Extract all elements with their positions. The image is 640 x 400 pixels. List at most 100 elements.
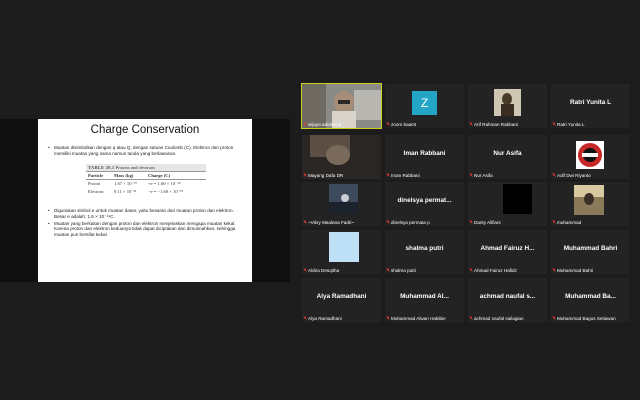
slide-bullets-bottom: Digunakan simbol e untuk muatan dasar, y…	[48, 208, 244, 239]
participant-tile[interactable]: Muhammad Al... Muhammad Alwan Habibie	[385, 278, 464, 322]
muted-mic-icon	[552, 220, 556, 225]
profile-picture	[329, 232, 359, 262]
muted-mic-icon	[303, 173, 307, 178]
participant-name-label: Muhammad Alwan Habibie	[386, 316, 446, 321]
table-caption: TABLE 20.1 Protons and electrons	[86, 164, 206, 172]
participant-display-name: Ahmad Fairuz H...	[480, 245, 535, 252]
participant-tile[interactable]: Adif Dwi Riyanto	[551, 135, 630, 179]
participant-tile[interactable]: Ahmad Fairuz H... Ahmad Fairuz Hafidz	[468, 230, 547, 274]
participant-tile[interactable]: muhammad	[551, 182, 630, 226]
muted-mic-icon	[552, 122, 556, 127]
muted-mic-icon	[552, 173, 556, 178]
muted-mic-icon	[386, 316, 390, 321]
participant-display-name: Nur Asifa	[493, 150, 522, 157]
participant-tile[interactable]: Nur Asifa Nur Asifa	[468, 135, 547, 179]
participant-name: achmad naufal sailagian	[474, 316, 524, 321]
table-row: Electron 9.11 × 10⁻³¹ −e = −1.60 × 10⁻¹⁹	[88, 189, 184, 194]
participant-name: Ahmad Fairuz Hafidz	[474, 268, 517, 273]
participant-name-label: shalma putri	[386, 268, 416, 273]
participant-name-label: Danty Alifiani	[469, 220, 501, 225]
participant-display-name: Alya Ramadhani	[316, 293, 367, 300]
slide-bullet: Muatan disimbolkan dengan q atau Q, deng…	[48, 145, 244, 156]
participant-name: Ratri Yunita L	[557, 122, 585, 127]
particle-table: TABLE 20.1 Protons and electrons Particl…	[86, 164, 206, 196]
participant-tile[interactable]: Zzoom baa04	[385, 84, 464, 128]
participant-name-label: Ahmad Fairuz Hafidz	[469, 268, 517, 273]
participant-name: Danty Alifiani	[474, 220, 501, 225]
slide-title: Charge Conservation	[90, 124, 200, 136]
table-row: Proton 1.67 × 10⁻²⁷ +e = 1.60 × 10⁻¹⁹	[88, 181, 181, 186]
slide-bullets-top: Muatan disimbolkan dengan q atau Q, deng…	[48, 145, 244, 158]
participant-name-label: Ratri Yunita L	[552, 122, 585, 127]
participant-display-name: shalma putri	[405, 245, 444, 252]
participant-name-label: Mayang Dafa DR	[303, 173, 343, 178]
participant-name-label: Iman Rabbani	[386, 173, 420, 178]
table-header-row: Particle Mass (kg) Charge (C)	[86, 172, 206, 180]
participant-name: muhammad	[557, 220, 582, 225]
participant-display-name: Muhammad Bahri	[563, 245, 618, 252]
participant-name-label: achmad naufal sailagian	[469, 316, 524, 321]
participant-tile[interactable]: Aldira Desqitha	[302, 230, 381, 274]
participant-name: ~Vikry Maulana Fadri~	[308, 220, 355, 225]
participant-name-label: Arif Rahman Rabbani	[469, 122, 518, 127]
muted-mic-icon	[469, 316, 473, 321]
participant-name-label: Aldira Desqitha	[303, 268, 339, 273]
participant-name: Muhammad Bahri	[557, 268, 594, 273]
muted-mic-icon	[386, 122, 390, 127]
muted-mic-icon	[552, 316, 556, 321]
participant-name: Alya Ramadhani	[308, 316, 342, 321]
participant-tile[interactable]: Arif Rahman Rabbani	[468, 84, 547, 128]
participant-name-label: wijaya adidarma	[303, 122, 341, 127]
participant-tile[interactable]: dinelsya permat... dinelsya permata p	[385, 182, 464, 226]
muted-mic-icon	[303, 220, 307, 225]
participant-name-label: Adif Dwi Riyanto	[552, 173, 591, 178]
participant-display-name: Iman Rabbani	[403, 150, 446, 157]
participant-tile[interactable]: Muhammad Bahri Muhammad Bahri	[551, 230, 630, 274]
profile-picture	[576, 141, 604, 169]
muted-mic-icon	[469, 220, 473, 225]
participant-tile[interactable]: Mayang Dafa DR	[302, 135, 381, 179]
participant-name: Aldira Desqitha	[308, 268, 340, 273]
participant-display-name: Ratri Yunita L	[569, 99, 612, 106]
participant-name-label: dinelsya permata p	[386, 220, 430, 225]
participant-name: Muhammad Alwan Habibie	[391, 316, 446, 321]
participant-tile[interactable]: wijaya adidarma	[301, 83, 382, 129]
participant-display-name: dinelsya permat...	[397, 197, 452, 204]
participant-name-label: ~Vikry Maulana Fadri~	[303, 220, 354, 225]
participant-tile[interactable]: Danty Alifiani	[468, 182, 547, 226]
presentation-slide: Charge Conservation Muatan disimbolkan d…	[38, 119, 252, 282]
participant-name: Arif Rahman Rabbani	[474, 122, 518, 127]
participant-tile[interactable]: shalma putri shalma putri	[385, 230, 464, 274]
participant-tile[interactable]: Alya Ramadhani Alya Ramadhani	[302, 278, 381, 322]
participant-name-label: muhammad	[552, 220, 581, 225]
muted-mic-icon	[552, 268, 556, 273]
muted-mic-icon	[386, 173, 390, 178]
participant-name: wijaya adidarma	[308, 122, 342, 127]
participant-tile[interactable]: Muhammad Ba... Muhammad Bagus Setiawan	[551, 278, 630, 322]
participant-name: Iman Rabbani	[391, 173, 420, 178]
participant-display-name: achmad naufal s...	[479, 293, 536, 300]
shared-screen: Charge Conservation Muatan disimbolkan d…	[0, 119, 290, 282]
muted-mic-icon	[386, 220, 390, 225]
muted-mic-icon	[469, 268, 473, 273]
participant-name: Adif Dwi Riyanto	[557, 173, 591, 178]
participant-tile[interactable]: Ratri Yunita L Ratri Yunita L	[551, 84, 630, 128]
participant-name: Mayang Dafa DR	[308, 173, 344, 178]
participant-tile[interactable]: Iman Rabbani Iman Rabbani	[385, 135, 464, 179]
profile-picture	[494, 89, 521, 116]
avatar-letter: Z	[412, 91, 437, 115]
muted-mic-icon	[303, 122, 307, 127]
muted-mic-icon	[386, 268, 390, 273]
slide-bullet: Digunakan simbol e untuk muatan dasar, y…	[48, 208, 244, 219]
muted-mic-icon	[469, 173, 473, 178]
participant-display-name: Muhammad Al...	[400, 293, 449, 300]
participant-display-name: Muhammad Ba...	[565, 293, 616, 300]
participant-name-label: Muhammad Bahri	[552, 268, 593, 273]
participant-tile[interactable]: achmad naufal s... achmad naufal sailagia…	[468, 278, 547, 322]
participant-name: zoom baa04	[391, 122, 417, 127]
participant-name-label: Alya Ramadhani	[303, 316, 342, 321]
participant-name: dinelsya permata p	[391, 220, 430, 225]
participant-tile[interactable]: ~Vikry Maulana Fadri~	[302, 182, 381, 226]
participant-name: Nur Asifa	[474, 173, 493, 178]
muted-mic-icon	[469, 122, 473, 127]
